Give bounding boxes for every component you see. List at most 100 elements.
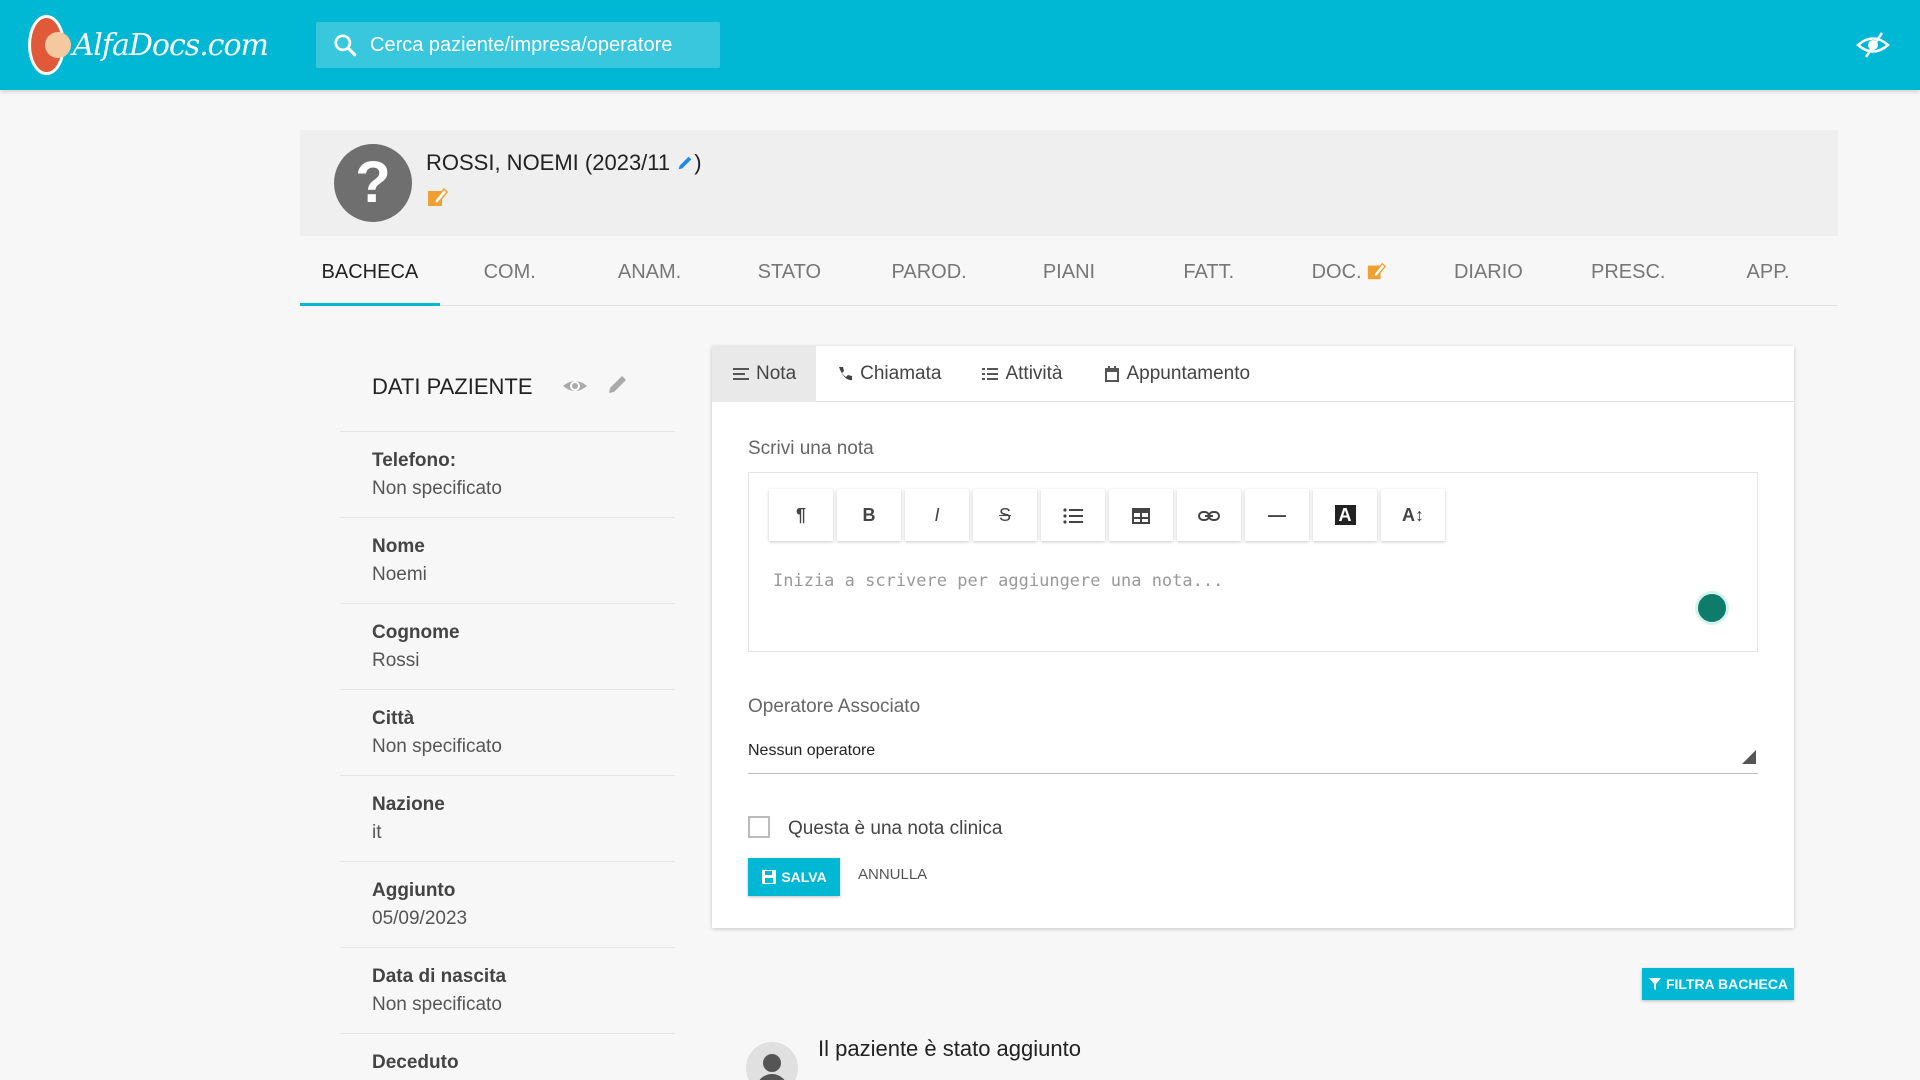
tab-chiamata[interactable]: Chiamata	[816, 346, 961, 402]
tab-doc[interactable]: DOC.	[1279, 240, 1419, 305]
italic-button[interactable]: I	[905, 489, 969, 541]
tab-label: DOC.	[1311, 261, 1362, 283]
tab-label: ANAM.	[617, 261, 682, 283]
tab-diario[interactable]: DIARIO	[1419, 240, 1559, 305]
tab-label: BACHECA	[321, 261, 419, 283]
floppy-disk-icon	[762, 870, 777, 884]
table-icon	[1132, 508, 1150, 525]
tab-parod[interactable]: PAROD.	[859, 240, 999, 305]
bold-button[interactable]: B	[837, 489, 901, 541]
field-label: Nome	[372, 536, 425, 557]
tab-anam[interactable]: ANAM.	[580, 240, 720, 305]
lion-logo-icon	[28, 15, 71, 75]
patient-name: ROSSI, NOEMI (2023/11 )	[426, 150, 702, 176]
edit-note-icon[interactable]	[426, 186, 448, 208]
field-label: Telefono:	[372, 450, 457, 471]
editor-toolbar: ¶ B I S — A A↕	[769, 489, 1445, 541]
tab-bacheca[interactable]: BACHECA	[300, 240, 440, 306]
activity-title: Il paziente è stato aggiunto	[818, 1036, 1081, 1061]
checklist-icon	[982, 368, 999, 380]
bold-icon: B	[862, 505, 876, 525]
search-icon	[334, 34, 357, 57]
field-added: Aggiunto 05/09/2023	[340, 862, 675, 948]
eye-slash-icon[interactable]	[1856, 30, 1890, 60]
tab-com[interactable]: COM.	[440, 240, 580, 305]
paragraph-icon: ¶	[795, 505, 806, 525]
edit-note-icon	[1367, 262, 1386, 280]
table-button[interactable]	[1109, 489, 1173, 541]
tab-label: COM.	[483, 261, 536, 283]
note-card: Nota Chiamata Attività Appuntamento Scri…	[712, 346, 1794, 928]
patient-header: ? ROSSI, NOEMI (2023/11 )	[300, 130, 1838, 236]
field-value: 05/09/2023	[372, 908, 468, 929]
lines-icon	[733, 368, 749, 380]
patient-name-suffix: )	[694, 150, 702, 175]
app-logo[interactable]: AlfaDocs.com	[28, 12, 269, 78]
note-tab-label: Chiamata	[860, 363, 942, 384]
calendar-icon	[1104, 366, 1119, 382]
logo-text: AlfaDocs.com	[72, 27, 269, 63]
note-tab-label: Nota	[756, 363, 797, 384]
font-size-icon: A↕	[1402, 505, 1424, 525]
paragraph-button[interactable]: ¶	[769, 489, 833, 541]
horizontal-rule-button[interactable]: —	[1245, 489, 1309, 541]
tab-fatt[interactable]: FATT.	[1139, 240, 1279, 305]
note-editor[interactable]: ¶ B I S — A A↕ Inizia a scrivere per agg…	[748, 472, 1758, 652]
editor-placeholder: Inizia a scrivere per aggiungere una not…	[773, 571, 1224, 591]
field-value: Non specificato	[372, 994, 502, 1015]
operator-value: Nessun operatore	[748, 742, 876, 759]
clinical-note-checkbox[interactable]	[748, 816, 770, 838]
pencil-icon[interactable]	[606, 372, 630, 396]
global-search-input[interactable]: Cerca paziente/impresa/operatore	[316, 22, 720, 68]
note-tab-label: Attività	[1005, 363, 1063, 384]
cancel-button[interactable]: ANNULLA	[858, 866, 927, 883]
field-value: Non specificato	[372, 736, 502, 757]
tab-presc[interactable]: PRESC.	[1558, 240, 1698, 305]
eye-icon[interactable]	[562, 374, 588, 398]
dropdown-arrow-icon	[1742, 750, 1756, 764]
tab-appuntamento[interactable]: Appuntamento	[1083, 346, 1271, 402]
field-label: Città	[372, 708, 415, 729]
pencil-icon[interactable]	[676, 154, 694, 172]
text-color-icon: A	[1334, 505, 1356, 525]
note-type-tabs: Nota Chiamata Attività Appuntamento	[712, 346, 1794, 402]
field-label: Nazione	[372, 794, 445, 815]
field-label: Deceduto	[372, 1052, 459, 1073]
grammar-checker-icon[interactable]	[1695, 591, 1729, 625]
bullet-list-button[interactable]	[1041, 489, 1105, 541]
save-button[interactable]: SALVA	[748, 858, 840, 896]
filter-board-button[interactable]: FILTRA BACHECA	[1642, 968, 1794, 1000]
top-bar: AlfaDocs.com Cerca paziente/impresa/oper…	[0, 0, 1920, 90]
field-label: Cognome	[372, 622, 460, 643]
phone-icon	[839, 367, 853, 381]
tab-piani[interactable]: PIANI	[999, 240, 1139, 305]
operator-label: Operatore Associato	[748, 696, 921, 717]
field-label: Aggiunto	[372, 880, 456, 901]
field-deceased: Deceduto	[340, 1034, 675, 1080]
link-button[interactable]	[1177, 489, 1241, 541]
field-last-name: Cognome Rossi	[340, 604, 675, 690]
font-size-button[interactable]: A↕	[1381, 489, 1445, 541]
text-color-button[interactable]: A	[1313, 489, 1377, 541]
field-country: Nazione it	[340, 776, 675, 862]
tab-label: STATO	[757, 261, 822, 283]
filter-icon	[1648, 978, 1661, 990]
field-birth-date: Data di nascita Non specificato	[340, 948, 675, 1034]
clinical-note-label[interactable]: Questa è una nota clinica	[788, 818, 1002, 840]
filter-label: FILTRA BACHECA	[1665, 976, 1789, 992]
patient-avatar[interactable]: ?	[334, 144, 412, 222]
tab-stato[interactable]: STATO	[719, 240, 859, 305]
field-first-name: Nome Noemi	[340, 518, 675, 604]
tab-attivita[interactable]: Attività	[961, 346, 1082, 402]
search-placeholder: Cerca paziente/impresa/operatore	[370, 33, 673, 56]
strikethrough-button[interactable]: S	[973, 489, 1037, 541]
tab-nota[interactable]: Nota	[712, 346, 817, 402]
field-label: Data di nascita	[372, 966, 507, 987]
operator-select[interactable]: Nessun operatore	[748, 732, 1758, 774]
field-value: Rossi	[372, 650, 420, 671]
tab-app[interactable]: APP.	[1698, 240, 1838, 305]
tab-label: DIARIO	[1453, 261, 1523, 283]
user-avatar-icon	[746, 1042, 798, 1080]
patient-data-header: DATI PAZIENTE	[340, 360, 675, 432]
tab-label: PRESC.	[1590, 261, 1666, 283]
